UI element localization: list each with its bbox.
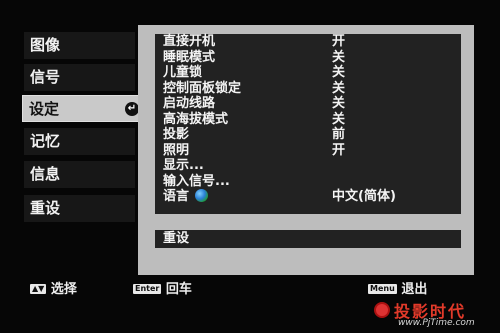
sidebar-item-label: 图像 xyxy=(30,36,61,54)
sidebar-item-settings[interactable]: 设定 ↵ xyxy=(22,95,146,122)
setting-value: 关 xyxy=(332,96,346,111)
setting-value: 关 xyxy=(332,65,346,80)
setting-label: 输入信号... xyxy=(163,173,230,189)
setting-row-child-lock[interactable]: 儿童锁 关 xyxy=(155,65,461,81)
sidebar-item-label: 信号 xyxy=(30,68,61,86)
setting-label: 照明 xyxy=(163,142,190,158)
hint-enter: Enter 回车 xyxy=(133,282,192,298)
sidebar-item-image[interactable]: 图像 xyxy=(24,32,135,59)
footer-hints: ▲▼ 选择 Enter 回车 Menu 退出 xyxy=(0,282,500,298)
watermark-logo-icon xyxy=(374,302,390,318)
setting-label-wrap: 语言 xyxy=(163,189,209,205)
enter-icon: ↵ xyxy=(125,102,139,116)
setting-row-sleep-mode[interactable]: 睡眠模式 关 xyxy=(155,50,461,66)
settings-list: 直接开机 开 睡眠模式 关 儿童锁 关 控制面板锁定 关 启动线路 关 高海拔模… xyxy=(155,34,461,214)
setting-row-language[interactable]: 语言 中文(简体) xyxy=(155,189,461,205)
sidebar-item-label: 设定 xyxy=(29,100,60,118)
setting-value: 关 xyxy=(332,80,346,96)
sidebar-item-reset[interactable]: 重设 xyxy=(24,195,135,222)
hint-enter-label: 回车 xyxy=(165,282,192,297)
enter-key-icon: Enter xyxy=(133,284,162,294)
setting-label: 直接开机 xyxy=(163,34,216,49)
setting-value: 中文(简体) xyxy=(332,189,396,204)
sidebar-item-signal[interactable]: 信号 xyxy=(24,64,135,91)
setting-row-startup-line[interactable]: 启动线路 关 xyxy=(155,96,461,112)
setting-label: 投影 xyxy=(163,127,190,142)
setting-label: 高海拔模式 xyxy=(163,111,229,127)
projector-osd-screen: 图像 信号 设定 ↵ 记忆 信息 重设 直接开机 开 睡眠模式 关 儿童锁 关 … xyxy=(0,0,500,333)
hint-select: ▲▼ 选择 xyxy=(30,282,77,298)
reset-button[interactable]: 重设 xyxy=(155,230,461,248)
sidebar-item-label: 重设 xyxy=(30,199,61,217)
setting-row-projection[interactable]: 投影 前 xyxy=(155,127,461,143)
setting-value: 前 xyxy=(332,127,346,142)
hint-menu: Menu 退出 xyxy=(368,282,427,298)
arrow-keys-icon: ▲▼ xyxy=(30,284,47,294)
setting-value: 开 xyxy=(332,34,346,49)
setting-value: 关 xyxy=(332,49,346,65)
setting-label: 启动线路 xyxy=(163,96,216,111)
sidebar-item-info[interactable]: 信息 xyxy=(24,161,135,188)
sidebar-item-label: 记忆 xyxy=(30,132,61,150)
setting-value: 开 xyxy=(332,142,346,158)
setting-label: 控制面板锁定 xyxy=(163,80,242,96)
setting-row-high-altitude[interactable]: 高海拔模式 关 xyxy=(155,112,461,128)
hint-menu-label: 退出 xyxy=(401,282,428,297)
watermark-url: www.PjTime.com xyxy=(398,318,475,328)
setting-row-display[interactable]: 显示... xyxy=(155,158,461,174)
watermark: 投影时代 www.PjTime.com xyxy=(372,298,496,332)
setting-row-panel-lock[interactable]: 控制面板锁定 关 xyxy=(155,81,461,97)
setting-value: 关 xyxy=(332,111,346,127)
setting-row-input-signal[interactable]: 输入信号... xyxy=(155,174,461,190)
menu-key-icon: Menu xyxy=(368,284,397,294)
setting-row-illumination[interactable]: 照明 开 xyxy=(155,143,461,159)
setting-label: 语言 xyxy=(163,189,190,204)
setting-row-direct-power-on[interactable]: 直接开机 开 xyxy=(155,34,461,50)
setting-label: 显示... xyxy=(163,158,204,173)
hint-select-label: 选择 xyxy=(50,282,77,297)
sidebar-item-memory[interactable]: 记忆 xyxy=(24,128,135,155)
setting-label: 睡眠模式 xyxy=(163,49,216,65)
setting-label: 儿童锁 xyxy=(163,65,203,80)
sidebar-item-label: 信息 xyxy=(30,165,61,183)
reset-label: 重设 xyxy=(163,231,190,246)
globe-icon xyxy=(195,189,209,202)
